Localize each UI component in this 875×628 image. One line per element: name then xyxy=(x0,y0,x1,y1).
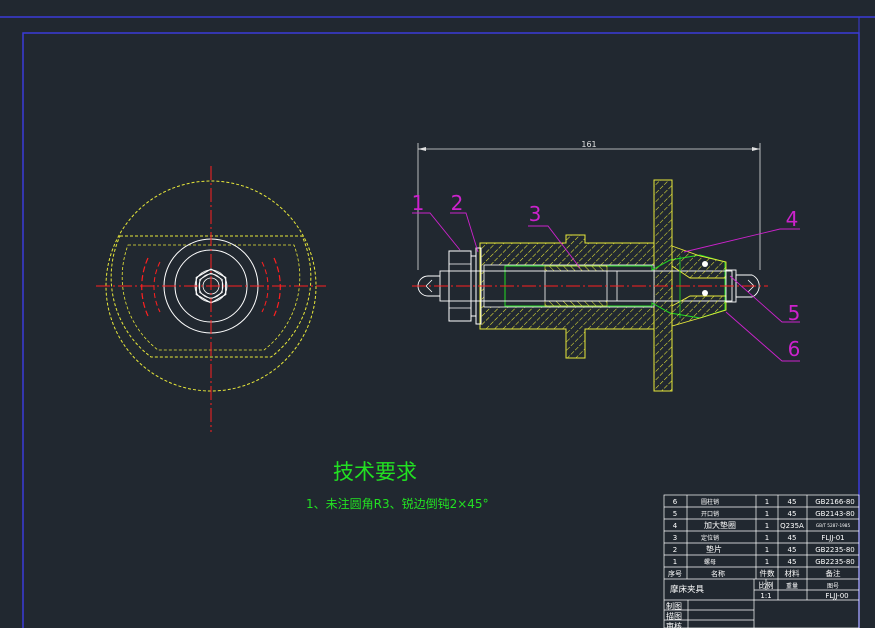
weight-label: 重量 xyxy=(786,582,798,590)
bom-header-note: 备注 xyxy=(826,568,841,578)
end-view xyxy=(96,166,326,432)
bom-row-material: 45 xyxy=(788,498,797,506)
bom-row-no: 6 xyxy=(673,498,678,506)
bom-header-no: 序号 xyxy=(668,569,682,578)
bom-row-material: Q235A xyxy=(780,522,804,530)
bom-row-no: 3 xyxy=(673,534,677,542)
bom-row-no: 5 xyxy=(673,510,677,518)
signature-traced: 描图 xyxy=(666,611,682,621)
scale-label: 比例 xyxy=(759,580,774,590)
bom-row-no: 1 xyxy=(673,558,677,566)
bom-header-material: 材料 xyxy=(785,568,800,578)
balloon-4: 4 xyxy=(786,207,799,231)
section-view: 161 xyxy=(412,140,768,392)
bom-row-no: 4 xyxy=(673,522,678,530)
sheet-label: 图号 xyxy=(827,583,839,590)
bom-row-name: 开口销 xyxy=(701,510,719,518)
bom-row-note: GB2143-80 xyxy=(815,510,854,518)
tech-note: 1、未注圆角R3、锐边倒钝2×45° xyxy=(306,496,489,511)
bom-row-qty: 1 xyxy=(765,534,769,542)
balloon-2: 2 xyxy=(451,191,464,215)
bom-row-name: 螺母 xyxy=(704,558,716,566)
drawing-title: 摩床夹具 xyxy=(670,584,705,595)
dimension-label: 161 xyxy=(581,140,596,149)
signature-checked: 审核 xyxy=(666,621,682,628)
bom-header-name: 名称 xyxy=(711,569,725,578)
balloon-1: 1 xyxy=(412,191,425,215)
drawing-frame xyxy=(0,0,875,628)
bom-row-qty: 1 xyxy=(765,546,769,554)
bom-row-note: GB2235-80 xyxy=(815,558,854,566)
balloon-3: 3 xyxy=(529,202,542,226)
bom-row-name: 定位销 xyxy=(701,534,719,542)
bom-row-name: 圆柱销 xyxy=(701,498,719,506)
tech-title: 技术要求 xyxy=(333,460,417,484)
bom-header-qty: 件数 xyxy=(760,568,775,578)
bom-row-material: 45 xyxy=(788,534,797,542)
drawing-number: FLJJ-00 xyxy=(825,592,848,600)
bom-row-material: 45 xyxy=(788,546,797,554)
bom-row-note: GB/T 5287-1985 xyxy=(816,523,851,528)
cad-drawing: 1 6 1 1 2 3 4 5 6 技术要求 1、未注圆角R3、锐边倒钝2×45° … xyxy=(0,0,875,628)
balloon-6: 6 xyxy=(788,337,801,361)
bom-row-name: 垫片 xyxy=(706,544,722,554)
bom-row-note: FLJJ-01 xyxy=(821,534,844,542)
bom-row-note: GB2235-80 xyxy=(815,546,854,554)
bom-row-material: 45 xyxy=(788,558,797,566)
bom-row-qty: 1 xyxy=(765,498,769,506)
technical-requirements: 技术要求 1、未注圆角R3、锐边倒钝2×45° xyxy=(306,460,489,511)
bom-row-no: 2 xyxy=(673,546,677,554)
bom-row-qty: 1 xyxy=(765,558,769,566)
bom-row-qty: 1 xyxy=(765,510,769,518)
bom-row-name: 加大垫圈 xyxy=(704,520,736,530)
signature-drawn: 制图 xyxy=(666,601,682,611)
scale-value: 1:1 xyxy=(760,592,771,600)
bom-row-note: GB2166-80 xyxy=(815,498,854,506)
bom-text: 6 圆柱销 1 45 GB2166-80 5 开口销 1 45 GB2143-8… xyxy=(666,498,855,628)
balloon-5: 5 xyxy=(788,301,801,325)
bom-row-material: 45 xyxy=(788,510,797,518)
bom-row-qty: 1 xyxy=(765,522,769,530)
